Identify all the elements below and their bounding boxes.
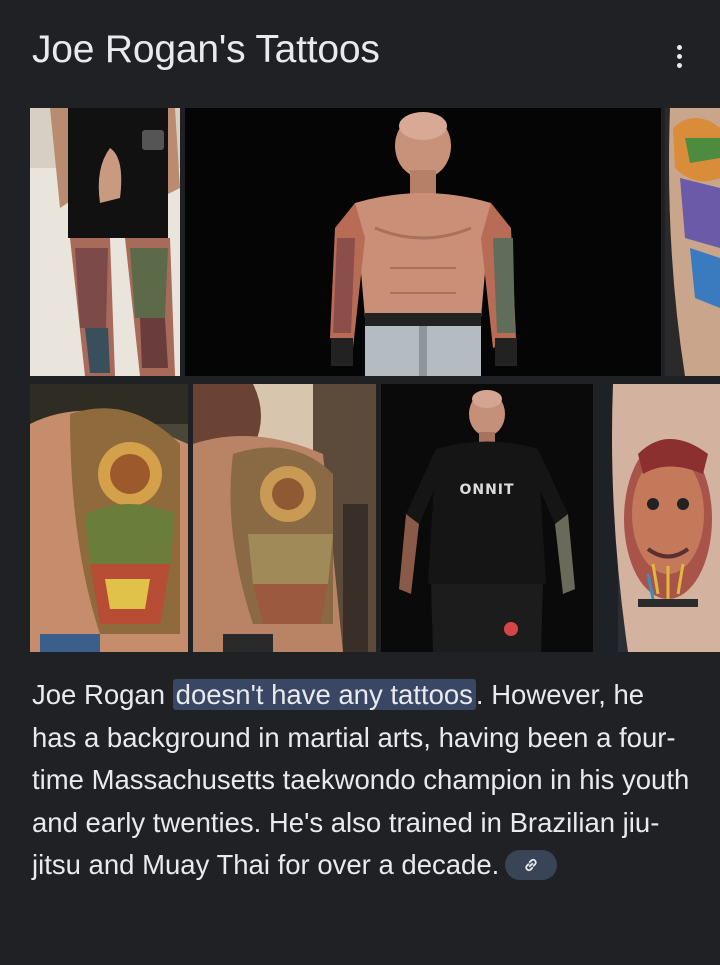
highlighted-answer: doesn't have any tattoos (172, 679, 476, 710)
overview-description: Joe Rogan doesn't have any tattoos. Howe… (32, 674, 692, 887)
header: Joe Rogan's Tattoos (32, 22, 672, 82)
forearm-portrait-tattoo-photo[interactable] (598, 384, 720, 652)
source-link-button[interactable] (505, 849, 558, 880)
page-title: Joe Rogan's Tattoos (32, 28, 380, 71)
shoulder-tattoo-photo[interactable] (30, 384, 188, 652)
more-vert-icon (676, 44, 682, 50)
more-options-button[interactable] (667, 38, 691, 74)
legs-tattoo-photo[interactable] (30, 108, 180, 376)
shirt-logo-text: ONNIT (459, 482, 514, 498)
shirtless-tattoo-photo[interactable] (185, 108, 661, 376)
ai-overview-card: Joe Rogan's Tattoos ONNIT Joe Rogan does… (0, 0, 720, 965)
description-prefix: Joe Rogan (32, 679, 173, 710)
onnit-shirt-photo[interactable]: ONNIT (381, 384, 593, 652)
link-icon (525, 858, 537, 871)
arm-back-tattoo-photo[interactable] (193, 384, 376, 652)
calf-tattoo-photo-partial[interactable] (665, 108, 720, 376)
